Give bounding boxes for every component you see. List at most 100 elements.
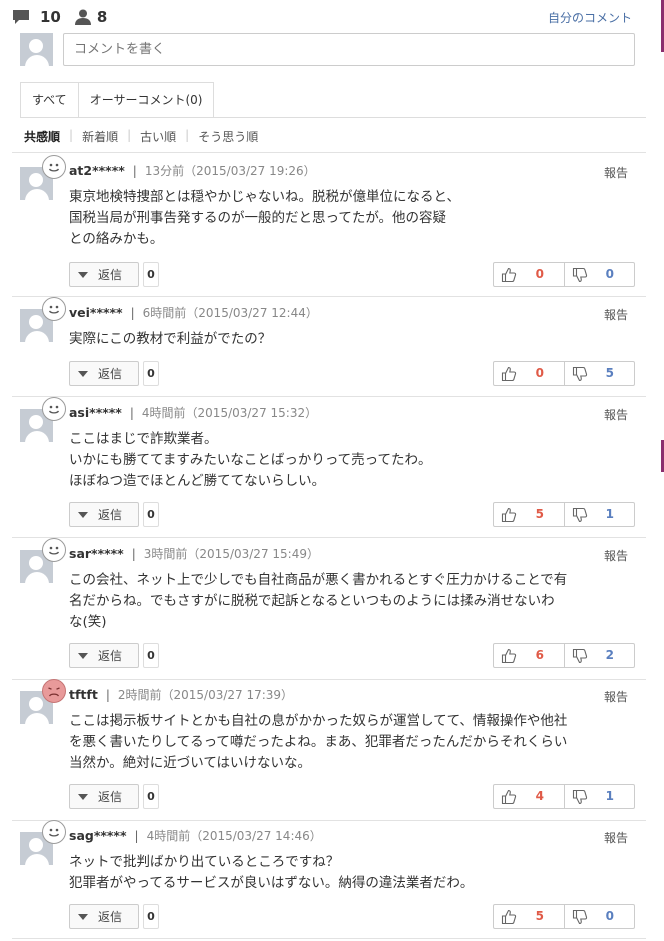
my-comments-link[interactable]: 自分のコメント	[548, 9, 632, 26]
reply-button[interactable]: 返信	[69, 643, 139, 668]
reply-count: 0	[143, 361, 159, 386]
username[interactable]: asi*****	[69, 405, 122, 420]
reply-button[interactable]: 返信	[69, 904, 139, 929]
username[interactable]: tftft	[69, 687, 98, 702]
comment-text: ネットで批判ばかり出ているところですね？ 犯罪者がやってるサービスが良いはずない。…	[69, 854, 474, 891]
vote-buttons: 0 0	[493, 262, 635, 287]
timestamp: 4時間前（2015/03/27 15:32）	[141, 406, 318, 420]
thumbs-down-button[interactable]: 1	[564, 785, 634, 808]
comment-meta: at2***** | 13分前（2015/03/27 19:26）	[69, 163, 316, 178]
comment-stats: 10 8	[12, 8, 107, 26]
user-count: 8	[96, 8, 108, 26]
comment-item: vei***** | 6時間前（2015/03/27 12:44） 報告 実際にこの…	[0, 297, 664, 396]
thumbs-up-button[interactable]: 5	[494, 905, 564, 928]
report-link[interactable]: 報告	[604, 829, 628, 846]
divider	[12, 152, 646, 153]
thumbs-down-icon	[572, 789, 588, 805]
sort-newest[interactable]: 新着順	[73, 128, 127, 145]
thumbs-down-button[interactable]: 1	[564, 503, 634, 526]
comment-tabs: すべて オーサーコメント(0)	[20, 82, 215, 118]
report-link[interactable]: 報告	[604, 306, 628, 323]
comment-text: 東京地検特捜部とは穏やかじゃないね。脱税が億単位になると、 国税当局が刑事告発する…	[69, 189, 460, 247]
caret-down-icon	[78, 913, 88, 920]
thumbs-up-icon	[501, 507, 517, 523]
thumbs-up-icon	[501, 909, 517, 925]
comment-text: ここはまじで詐欺業者。 いかにも勝ててますみたいなことばっかりって売ってたわ。 ほぼ…	[69, 431, 432, 489]
sort-oldest[interactable]: 古い順	[131, 128, 185, 145]
sort-options: 共感順 | 新着順 | 古い順 | そう思う順	[24, 128, 267, 145]
timestamp: 4時間前（2015/03/27 14:46）	[146, 829, 322, 843]
thumbs-up-button[interactable]: 5	[494, 503, 564, 526]
tab-author-comments[interactable]: オーサーコメント(0)	[78, 82, 215, 118]
thumbs-down-icon	[572, 648, 588, 664]
report-link[interactable]: 報告	[604, 406, 628, 423]
vote-buttons: 6 2	[493, 643, 635, 668]
username[interactable]: at2*****	[69, 163, 125, 178]
thumbs-down-button[interactable]: 2	[564, 644, 634, 667]
caret-down-icon	[78, 652, 88, 659]
comment-item: sag***** | 4時間前（2015/03/27 14:46） 報告 ネットで批…	[0, 820, 664, 939]
vote-buttons: 5 1	[493, 502, 635, 527]
thumbs-down-button[interactable]: 0	[564, 905, 634, 928]
timestamp: 6時間前（2015/03/27 12:44）	[142, 306, 318, 320]
comment-count: 10	[40, 8, 61, 26]
comment-actions: 返信 0 0 5	[69, 361, 635, 386]
thumbs-up-button[interactable]: 0	[494, 263, 564, 286]
vote-buttons: 4 1	[493, 784, 635, 809]
comment-actions: 返信 0 5 0	[69, 904, 635, 929]
comment-actions: 返信 0 6 2	[69, 643, 635, 668]
username[interactable]: sag*****	[69, 828, 127, 843]
reply-count: 0	[143, 643, 159, 668]
report-link[interactable]: 報告	[604, 547, 628, 564]
comment-meta: sag***** | 4時間前（2015/03/27 14:46）	[69, 828, 322, 843]
reply-button[interactable]: 返信	[69, 502, 139, 527]
reply-count: 0	[143, 502, 159, 527]
tab-underline	[20, 117, 646, 118]
vote-buttons: 5 0	[493, 904, 635, 929]
sort-agree[interactable]: そう思う順	[189, 128, 267, 145]
avatar	[20, 33, 53, 66]
comment-text: 実際にこの教材で利益がでたの？	[69, 331, 272, 347]
comment-meta: tftft | 2時間前（2015/03/27 17:39）	[69, 687, 294, 702]
comment-meta: asi***** | 4時間前（2015/03/27 15:32）	[69, 405, 318, 420]
caret-down-icon	[78, 370, 88, 377]
comment-meta: sar***** | 3時間前（2015/03/27 15:49）	[69, 546, 319, 561]
comment-text: この会社、ネット上で少しでも自社商品が悪く書かれるとすぐ圧力かけることで有 名だか…	[69, 572, 568, 630]
reply-count: 0	[143, 784, 159, 809]
reply-count: 0	[143, 262, 159, 287]
username[interactable]: vei*****	[69, 305, 123, 320]
timestamp: 3時間前（2015/03/27 15:49）	[143, 547, 319, 561]
timestamp: 13分前（2015/03/27 19:26）	[144, 164, 316, 178]
sort-empathy[interactable]: 共感順	[24, 128, 69, 145]
thumbs-up-button[interactable]: 6	[494, 644, 564, 667]
comment-item: tftft | 2時間前（2015/03/27 17:39） 報告 ここは掲示板サイ…	[0, 679, 664, 820]
timestamp: 2時間前（2015/03/27 17:39）	[117, 688, 294, 702]
thumbs-down-button[interactable]: 5	[564, 362, 634, 385]
reply-button[interactable]: 返信	[69, 361, 139, 386]
user-icon	[74, 9, 91, 25]
comment-bubble-icon	[12, 9, 30, 25]
reply-button[interactable]: 返信	[69, 784, 139, 809]
report-link[interactable]: 報告	[604, 688, 628, 705]
thumbs-down-icon	[572, 267, 588, 283]
comment-actions: 返信 0 0 0	[69, 262, 635, 287]
tab-all[interactable]: すべて	[20, 82, 79, 118]
caret-down-icon	[78, 511, 88, 518]
vote-buttons: 0 5	[493, 361, 635, 386]
smiley-icon	[42, 820, 66, 844]
username[interactable]: sar*****	[69, 546, 124, 561]
thumbs-up-icon	[501, 366, 517, 382]
comment-header: 10 8 自分のコメント	[0, 0, 660, 34]
thumbs-up-icon	[501, 267, 517, 283]
comment-actions: 返信 0 4 1	[69, 784, 635, 809]
thumbs-up-button[interactable]: 4	[494, 785, 564, 808]
caret-down-icon	[78, 271, 88, 278]
comment-input[interactable]	[63, 33, 635, 66]
thumbs-down-button[interactable]: 0	[564, 263, 634, 286]
reply-button[interactable]: 返信	[69, 262, 139, 287]
thumbs-up-button[interactable]: 0	[494, 362, 564, 385]
report-link[interactable]: 報告	[604, 164, 628, 181]
smiley-icon	[42, 297, 66, 321]
thumbs-down-icon	[572, 909, 588, 925]
caret-down-icon	[78, 793, 88, 800]
